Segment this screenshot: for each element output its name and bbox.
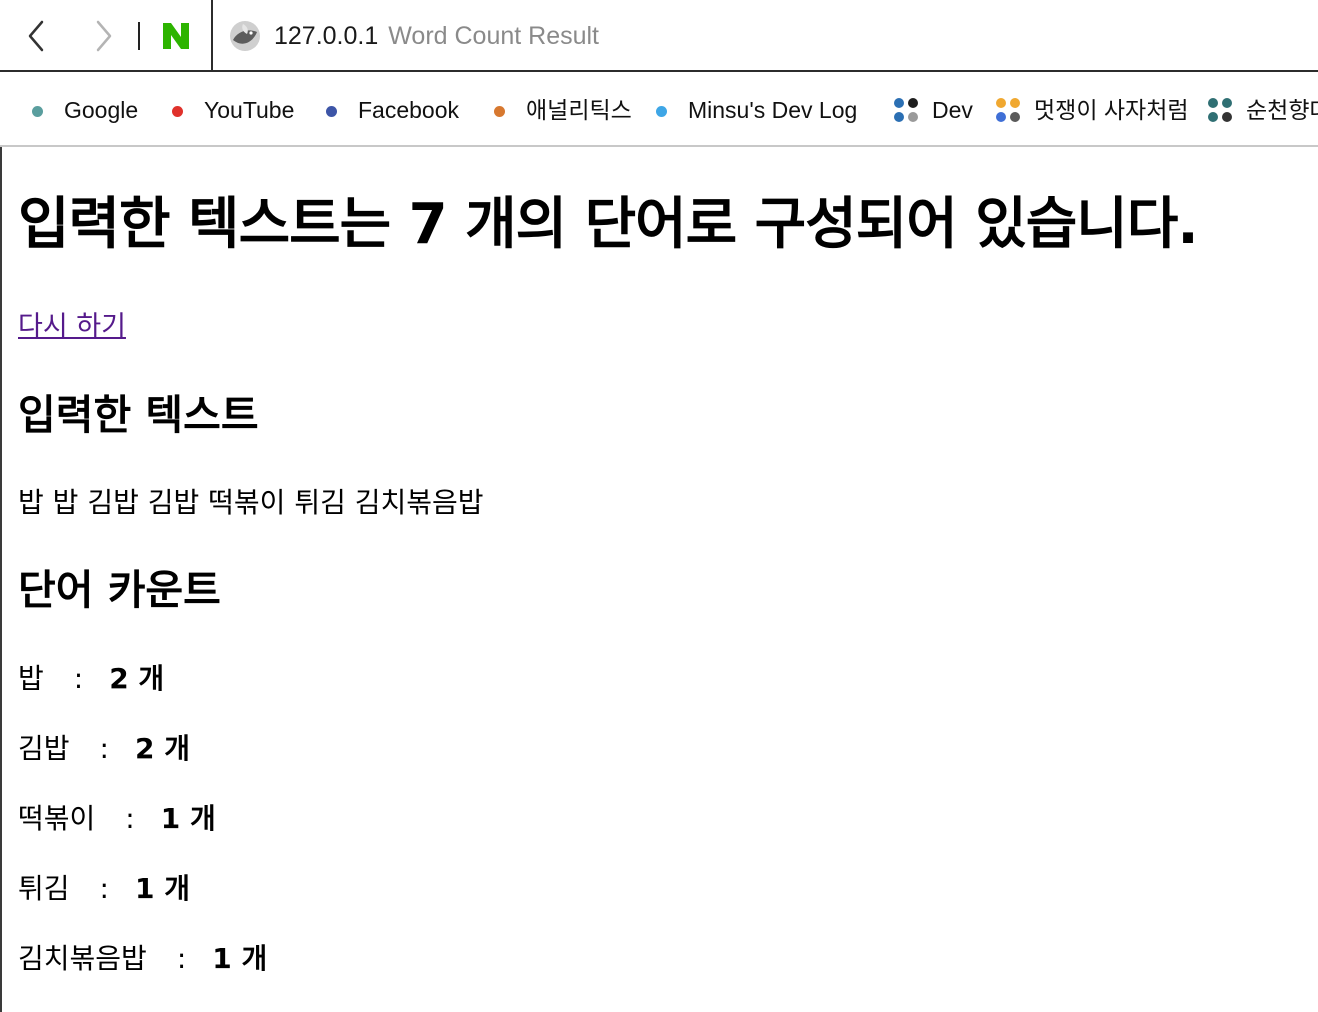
word: 김밥 bbox=[18, 732, 70, 765]
bookmark-minsu-dev-log[interactable]: Minsu's Dev Log bbox=[656, 92, 857, 128]
input-section-title: 입력한 텍스트 bbox=[18, 391, 259, 439]
bookmark-label: 애널리틱스 bbox=[526, 97, 632, 123]
bookmark-label: YouTube bbox=[204, 97, 295, 123]
bookmark-label: Minsu's Dev Log bbox=[688, 97, 858, 123]
bookmark-dot-icon bbox=[656, 106, 667, 117]
bookmark-label: Facebook bbox=[358, 97, 460, 123]
window-edge bbox=[0, 147, 2, 1012]
toolbar-separator bbox=[138, 22, 140, 50]
count-section-title: 단어 카운트 bbox=[18, 566, 221, 614]
word-count-row: 튀김:1 개 bbox=[18, 869, 190, 909]
url-host: 127.0.0.1 bbox=[274, 22, 379, 50]
folder-grid-icon bbox=[1208, 98, 1232, 122]
bookmark-folder-sch[interactable]: 순천향대 bbox=[1208, 92, 1318, 128]
browser-toolbar: 127.0.0.1 Word Count Result bbox=[0, 0, 1318, 72]
word-count: 1 개 bbox=[212, 942, 268, 975]
page-tab-title: Word Count Result bbox=[388, 22, 600, 50]
word: 밥 bbox=[18, 662, 44, 695]
word-count: 2 개 bbox=[134, 732, 190, 765]
bookmark-label: 멋쟁이 사자처럼 bbox=[1034, 97, 1189, 123]
bookmark-facebook[interactable]: Facebook bbox=[326, 92, 459, 128]
toolbar-divider bbox=[211, 0, 213, 72]
word: 튀김 bbox=[18, 872, 70, 905]
bookmark-google[interactable]: Google bbox=[32, 92, 138, 128]
bookmark-label: Dev bbox=[932, 97, 973, 123]
bookmark-folder-likelion[interactable]: 멋쟁이 사자처럼 bbox=[996, 92, 1189, 128]
word-count-row: 김밥:2 개 bbox=[18, 729, 190, 769]
bookmark-analytics[interactable]: 애널리틱스 bbox=[494, 92, 632, 128]
folder-grid-icon bbox=[996, 98, 1020, 122]
word: 김치볶음밥 bbox=[18, 942, 147, 975]
separator: : bbox=[176, 942, 187, 975]
bookmark-label: Google bbox=[64, 97, 139, 123]
bookmark-youtube[interactable]: YouTube bbox=[172, 92, 294, 128]
word-count-row: 김치볶음밥:1 개 bbox=[18, 939, 267, 979]
word-count-row: 떡볶이:1 개 bbox=[18, 799, 216, 839]
separator: : bbox=[99, 732, 109, 765]
word: 떡볶이 bbox=[18, 802, 96, 835]
bookmark-folder-dev[interactable]: Dev bbox=[894, 92, 973, 128]
whale-browser-icon bbox=[230, 21, 260, 51]
word-count: 2 개 bbox=[109, 662, 165, 695]
input-text: 밥 밥 김밥 김밥 떡볶이 튀김 김치볶음밥 bbox=[18, 486, 484, 519]
word-count: 1 개 bbox=[134, 872, 190, 905]
bookmark-dot-icon bbox=[494, 106, 505, 117]
bookmark-dot-icon bbox=[326, 106, 337, 117]
address-bar[interactable]: 127.0.0.1 Word Count Result bbox=[274, 18, 599, 54]
naver-logo-icon[interactable] bbox=[160, 20, 192, 52]
folder-grid-icon bbox=[894, 98, 918, 122]
separator: : bbox=[73, 662, 84, 695]
retry-link[interactable]: 다시 하기 bbox=[18, 309, 126, 345]
bookmark-label: 순천향대 bbox=[1246, 97, 1318, 123]
back-arrow-icon[interactable] bbox=[22, 18, 52, 54]
result-heading: 입력한 텍스트는 7 개의 단어로 구성되어 있습니다. bbox=[18, 192, 1199, 257]
word-count-row: 밥:2 개 bbox=[18, 659, 164, 699]
word-count: 1 개 bbox=[160, 802, 216, 835]
separator: : bbox=[99, 872, 109, 905]
bookmarks-bar: Google YouTube Facebook 애널리틱스 Minsu's De… bbox=[0, 72, 1318, 147]
bookmark-dot-icon bbox=[172, 106, 183, 117]
bookmark-dot-icon bbox=[32, 106, 43, 117]
separator: : bbox=[125, 802, 135, 835]
forward-arrow-icon[interactable] bbox=[88, 18, 118, 54]
